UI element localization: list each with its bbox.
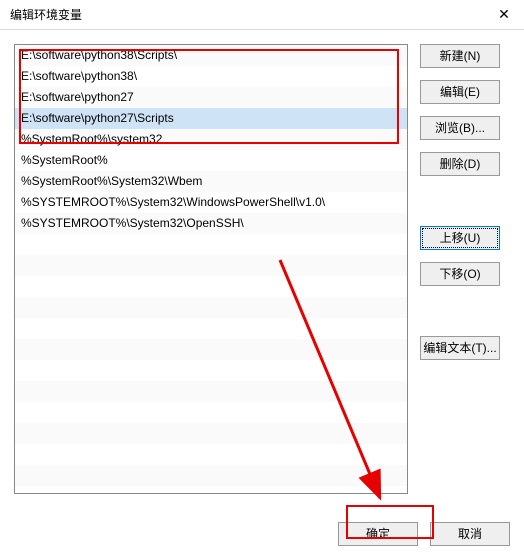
list-item-empty[interactable] <box>15 423 407 444</box>
list-item-empty[interactable] <box>15 234 407 255</box>
list-item[interactable]: %SystemRoot% <box>15 150 407 171</box>
list-item[interactable]: %SystemRoot%\System32\Wbem <box>15 171 407 192</box>
delete-button[interactable]: 删除(D) <box>420 152 500 176</box>
list-item[interactable]: %SYSTEMROOT%\System32\OpenSSH\ <box>15 213 407 234</box>
new-button[interactable]: 新建(N) <box>420 44 500 68</box>
list-item-empty[interactable] <box>15 318 407 339</box>
ok-button[interactable]: 确定 <box>338 522 418 546</box>
list-item[interactable]: E:\software\python27 <box>15 87 407 108</box>
list-item[interactable]: E:\software\python38\Scripts\ <box>15 45 407 66</box>
moveup-button[interactable]: 上移(U) <box>420 226 500 250</box>
button-column: 新建(N) 编辑(E) 浏览(B)... 删除(D) 上移(U) 下移(O) 编… <box>420 44 500 494</box>
list-item-empty[interactable] <box>15 276 407 297</box>
edittext-button[interactable]: 编辑文本(T)... <box>420 336 500 360</box>
window-title: 编辑环境变量 <box>10 6 484 23</box>
list-item-empty[interactable] <box>15 444 407 465</box>
dialog-footer: 确定 取消 <box>338 522 510 546</box>
list-item-empty[interactable] <box>15 360 407 381</box>
title-bar: 编辑环境变量 ✕ <box>0 0 524 30</box>
list-item-empty[interactable] <box>15 402 407 423</box>
list-item[interactable]: %SystemRoot%\system32 <box>15 129 407 150</box>
list-item-empty[interactable] <box>15 465 407 486</box>
close-button[interactable]: ✕ <box>484 0 524 30</box>
path-listbox[interactable]: E:\software\python38\Scripts\E:\software… <box>14 44 408 494</box>
edit-button[interactable]: 编辑(E) <box>420 80 500 104</box>
list-item-empty[interactable] <box>15 381 407 402</box>
list-item[interactable]: E:\software\python27\Scripts <box>15 108 407 129</box>
cancel-button[interactable]: 取消 <box>430 522 510 546</box>
list-item-empty[interactable] <box>15 297 407 318</box>
list-item[interactable]: E:\software\python38\ <box>15 66 407 87</box>
browse-button[interactable]: 浏览(B)... <box>420 116 500 140</box>
movedown-button[interactable]: 下移(O) <box>420 262 500 286</box>
dialog-content: E:\software\python38\Scripts\E:\software… <box>0 30 524 508</box>
list-item-empty[interactable] <box>15 255 407 276</box>
close-icon: ✕ <box>498 6 510 23</box>
list-item-empty[interactable] <box>15 339 407 360</box>
list-item[interactable]: %SYSTEMROOT%\System32\WindowsPowerShell\… <box>15 192 407 213</box>
